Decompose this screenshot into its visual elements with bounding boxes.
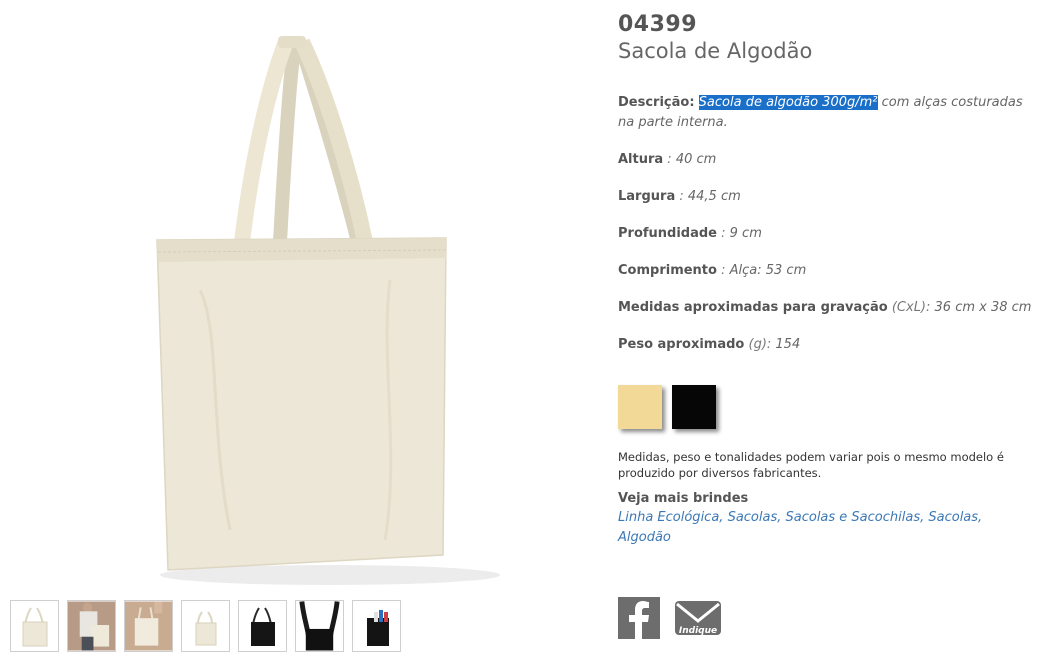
description-label: Descrição: — [618, 95, 695, 110]
spec-value: 40 cm — [675, 152, 717, 167]
variation-note: Medidas, peso e tonalidades podem variar… — [618, 450, 1004, 480]
share-buttons: Indique — [618, 597, 722, 639]
product-name: Sacola de Algodão — [618, 39, 813, 63]
more-gifts-links: Linha Ecológica, Sacolas, Sacolas e Saco… — [618, 510, 983, 545]
thumbnail-5[interactable] — [238, 600, 287, 652]
link-sacolas-e-sacochilas[interactable]: Sacolas e Sacochilas — [786, 510, 921, 525]
spec-separator: : — [675, 189, 688, 204]
spec-label: Profundidade — [618, 226, 717, 241]
link-sacolas-2[interactable]: Sacolas — [928, 510, 978, 525]
spec-value: 154 — [775, 337, 801, 352]
spec-largura: Largura : 44,5 cm — [618, 187, 1033, 207]
description-selected-text[interactable]: Sacola de algodão 300g/m² — [698, 95, 878, 110]
email-share-label: Indique — [679, 626, 717, 636]
spec-separator: : — [663, 152, 676, 167]
main-product-image[interactable] — [140, 30, 530, 590]
color-swatch-natural[interactable] — [618, 385, 662, 429]
spec-separator: (CxL): — [887, 300, 935, 315]
spec-profundidade: Profundidade : 9 cm — [618, 224, 1033, 244]
spec-altura: Altura : 40 cm — [618, 150, 1033, 170]
link-sacolas[interactable]: Sacolas — [728, 510, 778, 525]
facebook-icon[interactable] — [618, 597, 660, 639]
thumbnail-4[interactable] — [181, 600, 230, 652]
spec-value: Alça: 53 cm — [729, 263, 807, 278]
product-page: 04399 Sacola de Algodão Descrição: Sacol… — [0, 0, 1037, 665]
spec-separator: : — [716, 263, 730, 278]
spec-value: 9 cm — [729, 226, 762, 241]
color-options — [618, 385, 1033, 429]
product-description: Descrição: Sacola de algodão 300g/m² com… — [618, 93, 1033, 133]
spec-comprimento: Comprimento : Alça: 53 cm — [618, 261, 1033, 281]
spec-label: Largura — [618, 189, 676, 204]
link-algodao[interactable]: Algodão — [618, 530, 671, 545]
spec-label: Comprimento — [618, 263, 717, 278]
envelope-icon[interactable]: Indique — [674, 597, 722, 639]
thumbnail-3[interactable] — [124, 600, 173, 652]
spec-value: 44,5 cm — [687, 189, 741, 204]
spec-separator: (g): — [744, 337, 776, 352]
spec-medidas-gravacao: Medidas aproximadas para gravação (CxL):… — [618, 298, 1033, 318]
link-linha-ecologica[interactable]: Linha Ecológica — [618, 510, 719, 525]
thumbnail-7[interactable] — [352, 600, 401, 652]
thumbnail-strip — [10, 600, 401, 652]
spec-value: 36 cm x 38 cm — [934, 300, 1032, 315]
product-details: 04399 Sacola de Algodão Descrição: Sacol… — [618, 10, 1033, 548]
spec-separator: : — [717, 226, 730, 241]
more-gifts-title: Veja mais brindes — [618, 491, 749, 506]
spec-peso: Peso aproximado (g): 154 — [618, 335, 1033, 355]
color-swatch-black[interactable] — [672, 385, 716, 429]
thumbnail-6[interactable] — [295, 600, 344, 652]
spec-label: Peso aproximado — [618, 337, 745, 352]
spec-label: Altura — [618, 152, 664, 167]
thumbnail-1[interactable] — [10, 600, 59, 652]
spec-label: Medidas aproximadas para gravação — [618, 300, 888, 315]
thumbnail-2[interactable] — [67, 600, 116, 652]
product-code: 04399 — [618, 12, 698, 37]
